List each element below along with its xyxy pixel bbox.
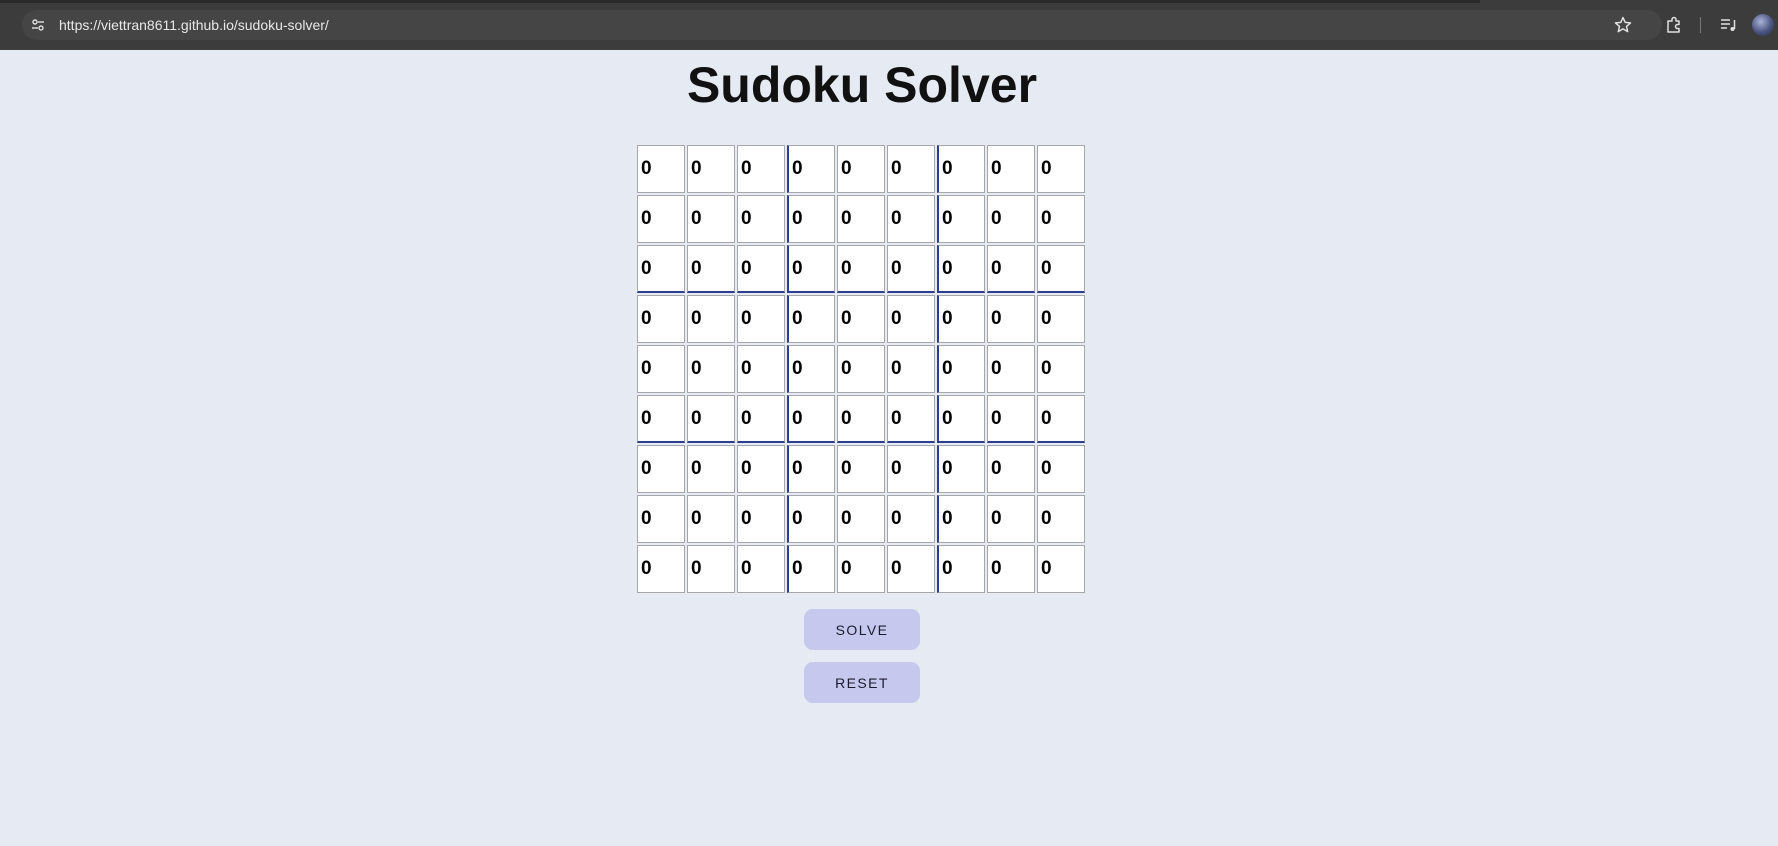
page-title: Sudoku Solver	[686, 57, 1038, 113]
sudoku-cell-r9-c3[interactable]	[737, 545, 785, 593]
sudoku-cell-r4-c9[interactable]	[1037, 295, 1085, 343]
sudoku-cell-r1-c1[interactable]	[637, 145, 685, 193]
sudoku-cell-r4-c1[interactable]	[637, 295, 685, 343]
sudoku-cell-r1-c6[interactable]	[887, 145, 935, 193]
sudoku-cell-r4-c5[interactable]	[837, 295, 885, 343]
sudoku-cell-r2-c3[interactable]	[737, 195, 785, 243]
sudoku-cell-r3-c9[interactable]	[1037, 245, 1085, 293]
sudoku-cell-r9-c1[interactable]	[637, 545, 685, 593]
sudoku-cell-r3-c7[interactable]	[937, 245, 985, 293]
sudoku-cell-r2-c2[interactable]	[687, 195, 735, 243]
sudoku-cell-r2-c4[interactable]	[787, 195, 835, 243]
sudoku-cell-r8-c8[interactable]	[987, 495, 1035, 543]
sudoku-cell-r5-c4[interactable]	[787, 345, 835, 393]
sudoku-cell-r8-c5[interactable]	[837, 495, 885, 543]
sudoku-cell-r5-c1[interactable]	[637, 345, 685, 393]
sudoku-cell-r3-c1[interactable]	[637, 245, 685, 293]
sudoku-cell-r3-c5[interactable]	[837, 245, 885, 293]
sudoku-cell-r8-c2[interactable]	[687, 495, 735, 543]
sudoku-cell-r7-c4[interactable]	[787, 445, 835, 493]
sudoku-cell-r1-c2[interactable]	[687, 145, 735, 193]
sudoku-cell-r6-c2[interactable]	[687, 395, 735, 443]
sudoku-cell-r2-c5[interactable]	[837, 195, 885, 243]
sudoku-cell-r6-c9[interactable]	[1037, 395, 1085, 443]
browser-toolbar: https://viettran8611.github.io/sudoku-so…	[0, 0, 1778, 50]
sudoku-cell-r7-c6[interactable]	[887, 445, 935, 493]
sudoku-cell-r6-c1[interactable]	[637, 395, 685, 443]
sudoku-cell-r8-c6[interactable]	[887, 495, 935, 543]
sudoku-cell-r9-c6[interactable]	[887, 545, 935, 593]
sudoku-cell-r2-c6[interactable]	[887, 195, 935, 243]
sudoku-grid	[637, 145, 1085, 595]
sudoku-cell-r8-c7[interactable]	[937, 495, 985, 543]
sudoku-cell-r9-c9[interactable]	[1037, 545, 1085, 593]
sudoku-cell-r2-c7[interactable]	[937, 195, 985, 243]
sudoku-cell-r9-c4[interactable]	[787, 545, 835, 593]
sudoku-cell-r8-c4[interactable]	[787, 495, 835, 543]
sudoku-cell-r1-c7[interactable]	[937, 145, 985, 193]
sudoku-cell-r4-c4[interactable]	[787, 295, 835, 343]
sudoku-cell-r8-c3[interactable]	[737, 495, 785, 543]
media-controls-icon[interactable]	[1718, 15, 1738, 35]
tab-strip	[0, 0, 1480, 3]
sudoku-cell-r1-c4[interactable]	[787, 145, 835, 193]
reset-button[interactable]: RESET	[804, 662, 920, 703]
extensions-icon[interactable]	[1664, 15, 1684, 35]
sudoku-cell-r5-c3[interactable]	[737, 345, 785, 393]
sudoku-cell-r3-c3[interactable]	[737, 245, 785, 293]
sudoku-cell-r7-c9[interactable]	[1037, 445, 1085, 493]
site-info-icon[interactable]	[30, 17, 46, 33]
sudoku-cell-r7-c7[interactable]	[937, 445, 985, 493]
sudoku-cell-r3-c6[interactable]	[887, 245, 935, 293]
sudoku-cell-r8-c9[interactable]	[1037, 495, 1085, 543]
sudoku-cell-r6-c6[interactable]	[887, 395, 935, 443]
solve-button[interactable]: SOLVE	[804, 609, 920, 650]
sudoku-cell-r7-c3[interactable]	[737, 445, 785, 493]
sudoku-cell-r7-c1[interactable]	[637, 445, 685, 493]
sudoku-cell-r9-c2[interactable]	[687, 545, 735, 593]
sudoku-cell-r5-c8[interactable]	[987, 345, 1035, 393]
url-text[interactable]: https://viettran8611.github.io/sudoku-so…	[59, 17, 329, 33]
sudoku-cell-r6-c4[interactable]	[787, 395, 835, 443]
bookmark-star-icon[interactable]	[1613, 15, 1633, 35]
sudoku-cell-r2-c1[interactable]	[637, 195, 685, 243]
toolbar-divider	[1700, 17, 1701, 33]
sudoku-cell-r9-c8[interactable]	[987, 545, 1035, 593]
sudoku-cell-r7-c2[interactable]	[687, 445, 735, 493]
sudoku-cell-r8-c1[interactable]	[637, 495, 685, 543]
sudoku-cell-r2-c9[interactable]	[1037, 195, 1085, 243]
sudoku-cell-r9-c7[interactable]	[937, 545, 985, 593]
sudoku-cell-r1-c5[interactable]	[837, 145, 885, 193]
sudoku-cell-r1-c3[interactable]	[737, 145, 785, 193]
sudoku-cell-r1-c8[interactable]	[987, 145, 1035, 193]
sudoku-cell-r4-c7[interactable]	[937, 295, 985, 343]
sudoku-cell-r5-c6[interactable]	[887, 345, 935, 393]
sudoku-cell-r7-c8[interactable]	[987, 445, 1035, 493]
sudoku-cell-r3-c4[interactable]	[787, 245, 835, 293]
sudoku-cell-r5-c2[interactable]	[687, 345, 735, 393]
sudoku-cell-r6-c5[interactable]	[837, 395, 885, 443]
sudoku-cell-r4-c8[interactable]	[987, 295, 1035, 343]
sudoku-cell-r9-c5[interactable]	[837, 545, 885, 593]
sudoku-cell-r6-c8[interactable]	[987, 395, 1035, 443]
sudoku-cell-r7-c5[interactable]	[837, 445, 885, 493]
sudoku-cell-r2-c8[interactable]	[987, 195, 1035, 243]
sudoku-cell-r6-c7[interactable]	[937, 395, 985, 443]
sudoku-cell-r4-c2[interactable]	[687, 295, 735, 343]
profile-avatar-icon[interactable]	[1752, 14, 1774, 36]
sudoku-cell-r5-c7[interactable]	[937, 345, 985, 393]
sudoku-cell-r6-c3[interactable]	[737, 395, 785, 443]
sudoku-cell-r3-c2[interactable]	[687, 245, 735, 293]
sudoku-cell-r1-c9[interactable]	[1037, 145, 1085, 193]
sudoku-cell-r5-c5[interactable]	[837, 345, 885, 393]
sudoku-cell-r4-c6[interactable]	[887, 295, 935, 343]
sudoku-cell-r4-c3[interactable]	[737, 295, 785, 343]
sudoku-cell-r5-c9[interactable]	[1037, 345, 1085, 393]
sudoku-cell-r3-c8[interactable]	[987, 245, 1035, 293]
